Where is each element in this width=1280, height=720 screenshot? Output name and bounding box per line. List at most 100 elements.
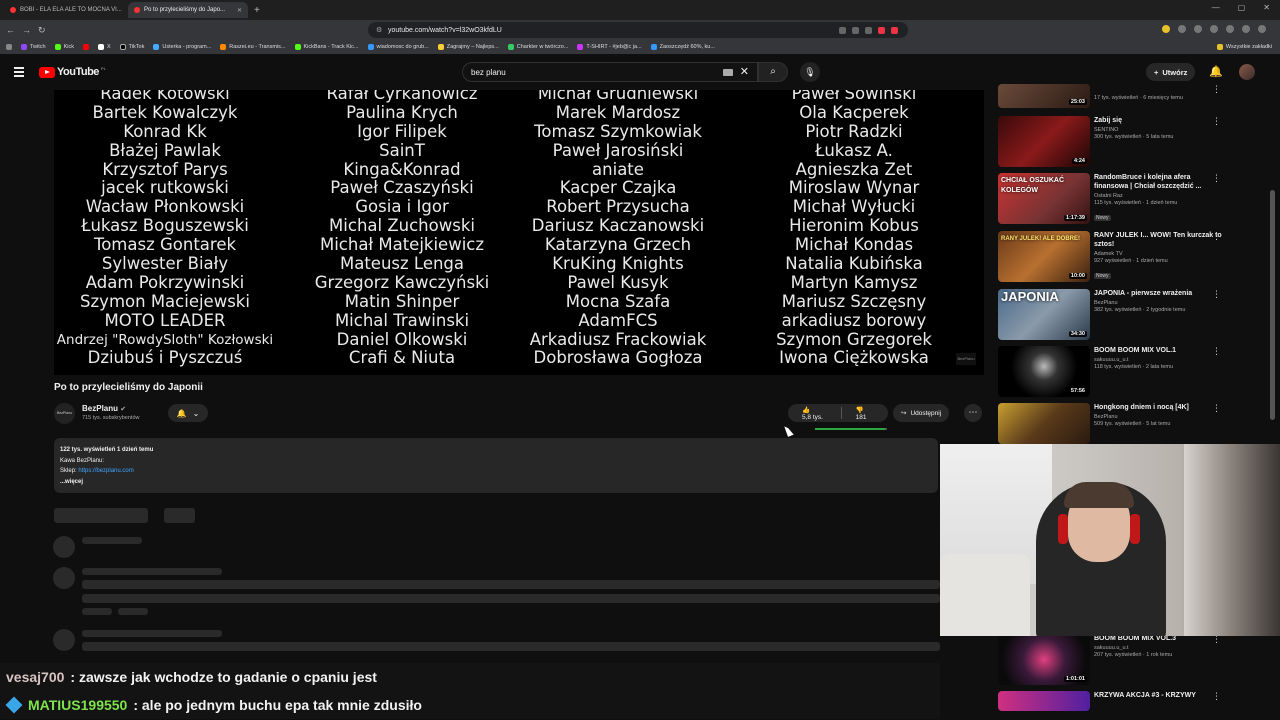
channel-name[interactable]: Adamek TV [1094,251,1224,257]
more-actions-icon[interactable]: ⋯ [964,404,982,422]
video-menu-icon[interactable]: ⋮ [1212,84,1221,95]
puzzle-icon[interactable] [1226,25,1234,33]
related-video-item[interactable]: 4:24 Zabij się SENTINO 300 tys. wyświetleń… [996,116,1266,167]
video-title[interactable]: RANY JULEK I... WOW! Ten kurczak to szto… [1094,231,1224,249]
share-icon[interactable] [865,26,872,34]
new-tab-icon[interactable]: + [254,5,260,16]
video-thumbnail[interactable]: 25:03 [998,84,1090,108]
minimize-icon[interactable]: — [1212,3,1220,12]
related-video-item[interactable]: 1:01:01 BOOM BOOM MIX VOL.3 sakuuuu.u_u.t… [996,634,1266,685]
bookmark-item[interactable] [82,44,89,50]
all-bookmarks-folder[interactable]: Wszystkie zakładki [1216,44,1272,50]
alert-extension-icon[interactable] [891,26,898,34]
description-box[interactable]: 122 tys. wyświetleń 1 dzień temu Kawa Be… [54,438,938,493]
related-video-item[interactable]: KRZYWA AKCJA #3 - KRZYWY ⋮ [996,691,1266,711]
video-menu-icon[interactable]: ⋮ [1212,346,1221,357]
related-video-item[interactable]: 57:56 BOOM BOOM MIX VOL.1 sakuuuu.u_u.t 11… [996,346,1266,397]
show-more-link[interactable]: ...więcej [60,479,83,485]
extension-icon[interactable] [1194,25,1202,33]
search-button[interactable]: ⌕ [758,62,788,82]
menu-icon[interactable] [1258,25,1266,33]
browser-tab[interactable]: BOBI - ELA ELA ALE TO MOCNA VI... ✕ [4,2,124,18]
bookmark-item[interactable]: Kick [54,44,74,50]
close-tab-icon[interactable]: ✕ [237,7,242,14]
channel-name[interactable]: sakuuuu.u_u.t [1094,357,1224,363]
bookmark-item[interactable]: wiadomosc do grub... [367,44,429,50]
profile-icon[interactable] [1242,25,1250,33]
video-thumbnail[interactable] [998,691,1090,711]
video-menu-icon[interactable]: ⋮ [1212,403,1221,414]
zoom-icon[interactable] [852,26,859,34]
video-thumbnail[interactable]: 1:01:01 [998,634,1090,685]
video-thumbnail[interactable] [998,403,1090,444]
video-title[interactable]: JAPONIA - pierwsze wrażenia [1094,289,1224,298]
video-thumbnail[interactable]: CHCIAŁ OSZUKAĆ KOLEGÓW 1:17:39 [998,173,1090,224]
channel-avatar[interactable]: BezPlanu [54,403,75,424]
video-menu-icon[interactable]: ⋮ [1212,289,1221,300]
bookmark-item[interactable]: Zaoszczędź 60%, ku... [650,44,715,50]
video-thumbnail[interactable]: JAPONIA 34:30 [998,289,1090,340]
subscribed-notifications-button[interactable]: 🔔 ⌄ [168,404,208,422]
channel-watermark[interactable]: BezPlanu [956,353,976,365]
video-menu-icon[interactable]: ⋮ [1212,231,1221,242]
site-info-icon[interactable]: ⚙ [376,26,382,34]
video-player[interactable]: Radek Kotowski Bartek Kowalczyk Konrad Kk B… [54,90,984,375]
bookmark-item[interactable]: Usterka - program... [153,44,211,50]
close-window-icon[interactable]: ✕ [1263,3,1270,12]
search-input[interactable]: bez planu ✕ [462,62,758,82]
related-video-item[interactable]: RANY JULEK! ALE DOBRE! 10:00 RANY JULEK I… [996,231,1266,282]
reload-icon[interactable]: ↻ [38,25,48,36]
extension-icon[interactable] [1162,25,1170,33]
hamburger-menu-icon[interactable] [14,67,24,79]
video-thumbnail[interactable]: RANY JULEK! ALE DOBRE! 10:00 [998,231,1090,282]
share-button[interactable]: ↪ Udostępnij [893,404,950,422]
extension-icon[interactable] [1210,25,1218,33]
bookmark-item[interactable]: Raszei.eu - Transmis... [220,44,286,50]
bookmark-item[interactable]: T-SHIRT - #jeb@c ja... [577,44,642,50]
bookmark-item[interactable]: Charkter w twórczo... [507,44,568,50]
video-title[interactable]: Hongkong dniem i nocą [4K] [1094,403,1224,412]
dislike-button[interactable]: 👎 181 [842,406,888,421]
shop-link[interactable]: https://bezplanu.com [78,468,133,474]
apps-icon[interactable] [6,44,12,50]
url-bar[interactable]: ⚙ youtube.com/watch?v=l32wO3kfdLU [368,22,908,38]
bookmark-item[interactable]: Twitch [21,44,46,50]
back-icon[interactable]: ← [6,25,16,35]
bookmark-item[interactable]: TikTok [119,44,144,50]
clear-search-icon[interactable]: ✕ [740,65,749,78]
related-video-item[interactable]: 25:03 17 tys. wyświetleń · 6 miesięcy te… [996,84,1266,108]
create-button[interactable]: + Utwórz [1146,63,1196,81]
related-video-item[interactable]: JAPONIA 34:30 JAPONIA - pierwsze wrażenia… [996,289,1266,340]
bookmark-item[interactable]: Zagrajmy – Najleps... [437,44,499,50]
install-icon[interactable] [839,26,846,34]
channel-name[interactable]: Ostatni Raz [1094,193,1224,199]
keyboard-icon[interactable] [723,69,733,76]
channel-name[interactable]: BezPlanu ✔ [82,404,126,413]
shield-extension-icon[interactable] [878,26,885,34]
maximize-icon[interactable]: ▢ [1238,3,1246,12]
notifications-bell-icon[interactable]: 🔔 [1209,65,1223,78]
like-button[interactable]: 👍 5,8 tys. [788,406,841,421]
video-thumbnail[interactable]: 4:24 [998,116,1090,167]
forward-icon[interactable]: → [22,25,32,35]
channel-name[interactable]: BezPlanu [1094,414,1224,420]
video-menu-icon[interactable]: ⋮ [1212,116,1221,127]
bookmark-item[interactable]: KickBans - Track Kic... [294,44,359,50]
voice-search-icon[interactable]: 🎙 [800,62,820,82]
video-menu-icon[interactable]: ⋮ [1212,173,1221,184]
video-title[interactable]: BOOM BOOM MIX VOL.1 [1094,346,1224,355]
video-title[interactable]: RandomBruce i kolejna afera finansowa | … [1094,173,1224,191]
account-avatar[interactable] [1239,64,1255,80]
related-video-item[interactable]: CHCIAŁ OSZUKAĆ KOLEGÓW 1:17:39 RandomBruc… [996,173,1266,224]
youtube-logo[interactable]: YouTube PL [39,66,106,78]
page-scrollbar[interactable] [1270,190,1275,420]
extension-icon[interactable] [1178,25,1186,33]
video-thumbnail[interactable]: 57:56 [998,346,1090,397]
channel-name[interactable]: sakuuuu.u_u.t [1094,645,1224,651]
bookmark-item[interactable]: X [97,44,111,50]
channel-name[interactable]: SENTINO [1094,127,1224,133]
video-menu-icon[interactable]: ⋮ [1212,691,1221,702]
channel-name[interactable]: BezPlanu [1094,300,1224,306]
video-title[interactable]: Zabij się [1094,116,1224,125]
browser-tab-active[interactable]: Po to przylecieliśmy do Japo... ✕ [128,2,248,18]
